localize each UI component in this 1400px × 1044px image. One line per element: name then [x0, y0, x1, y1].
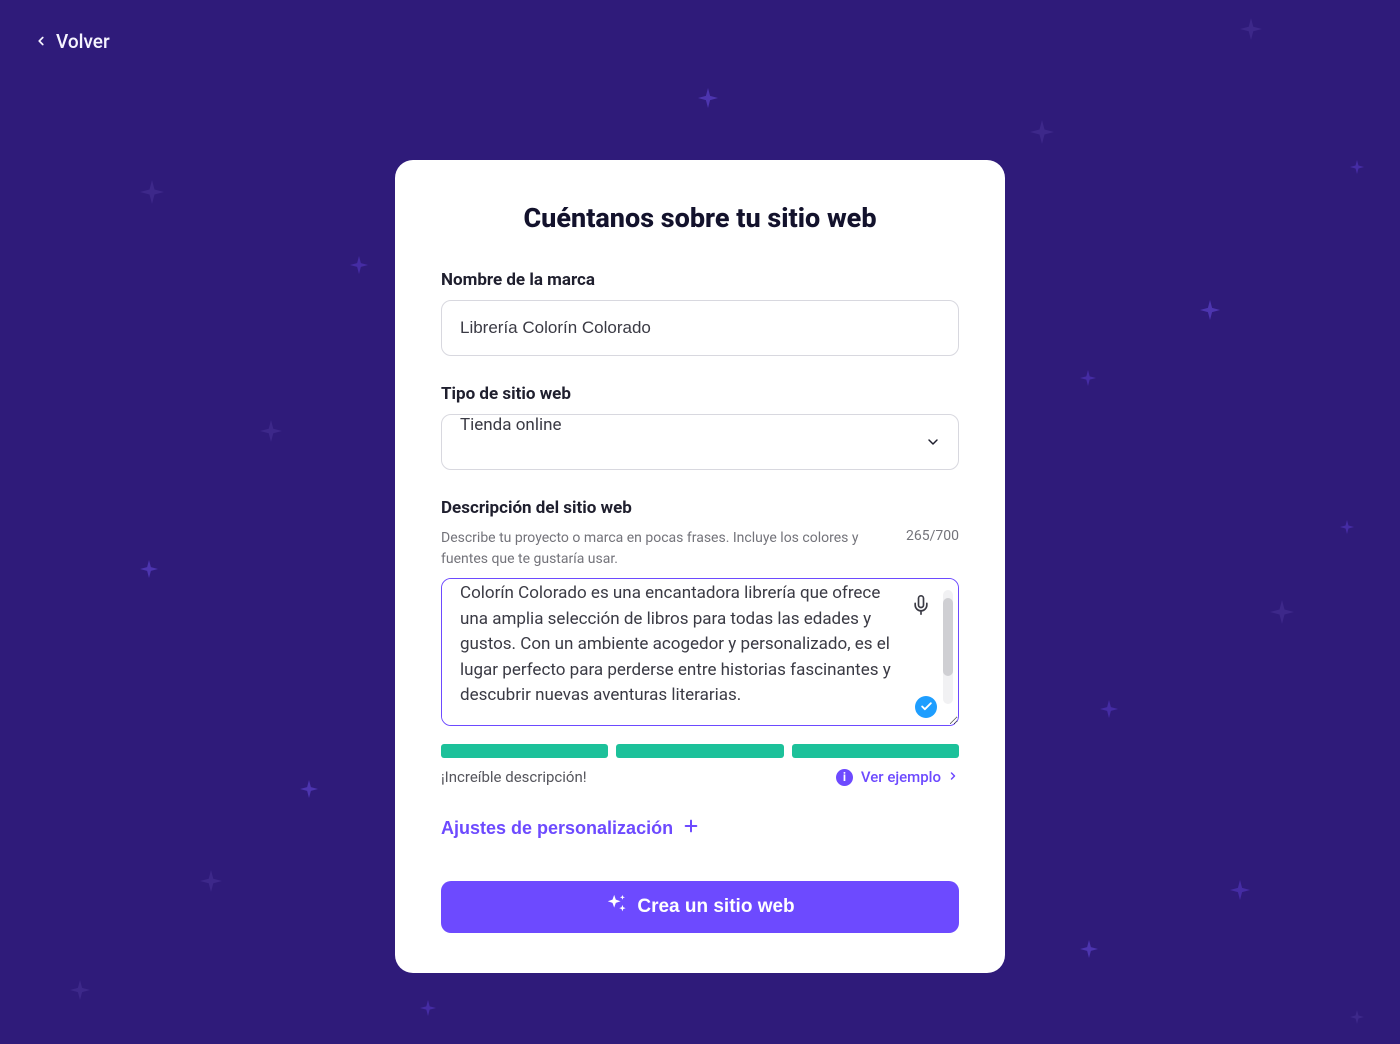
- strength-bar: [792, 744, 959, 758]
- description-field: Descripción del sitio web Describe tu pr…: [441, 498, 959, 786]
- form-card: Cuéntanos sobre tu sitio web Nombre de l…: [395, 160, 1005, 973]
- brand-input[interactable]: [441, 300, 959, 356]
- chevron-left-icon: [34, 30, 48, 53]
- description-textarea[interactable]: [441, 578, 959, 726]
- back-label: Volver: [56, 30, 110, 53]
- brand-field: Nombre de la marca: [441, 270, 959, 356]
- site-type-select[interactable]: Tienda online: [441, 414, 959, 470]
- brand-label: Nombre de la marca: [441, 270, 959, 290]
- check-icon: [920, 698, 933, 717]
- strength-bar: [616, 744, 783, 758]
- site-type-label: Tipo de sitio web: [441, 384, 959, 404]
- see-example-link[interactable]: i Ver ejemplo: [836, 768, 959, 786]
- valid-check-badge: [915, 696, 937, 718]
- plus-icon: [683, 818, 699, 839]
- create-website-label: Crea un sitio web: [637, 896, 794, 918]
- microphone-icon: [911, 595, 931, 618]
- create-website-button[interactable]: Crea un sitio web: [441, 881, 959, 933]
- mic-button[interactable]: [907, 592, 935, 620]
- description-strength-meter: [441, 744, 959, 758]
- card-title: Cuéntanos sobre tu sitio web: [441, 202, 959, 234]
- see-example-label: Ver ejemplo: [861, 768, 941, 786]
- description-helper: Describe tu proyecto o marca en pocas fr…: [441, 528, 894, 570]
- sparkles-icon: [605, 893, 627, 921]
- chevron-right-icon: [947, 768, 959, 786]
- personalization-toggle[interactable]: Ajustes de personalización: [441, 818, 699, 839]
- info-icon: i: [836, 769, 853, 786]
- description-label: Descripción del sitio web: [441, 498, 959, 518]
- strength-bar: [441, 744, 608, 758]
- site-type-field: Tipo de sitio web Tienda online: [441, 384, 959, 470]
- back-link[interactable]: Volver: [34, 30, 110, 53]
- char-counter: 265/700: [906, 528, 959, 570]
- description-feedback: ¡Increíble descripción!: [441, 768, 587, 786]
- personalization-label: Ajustes de personalización: [441, 818, 673, 839]
- site-type-value: Tienda online: [460, 415, 562, 435]
